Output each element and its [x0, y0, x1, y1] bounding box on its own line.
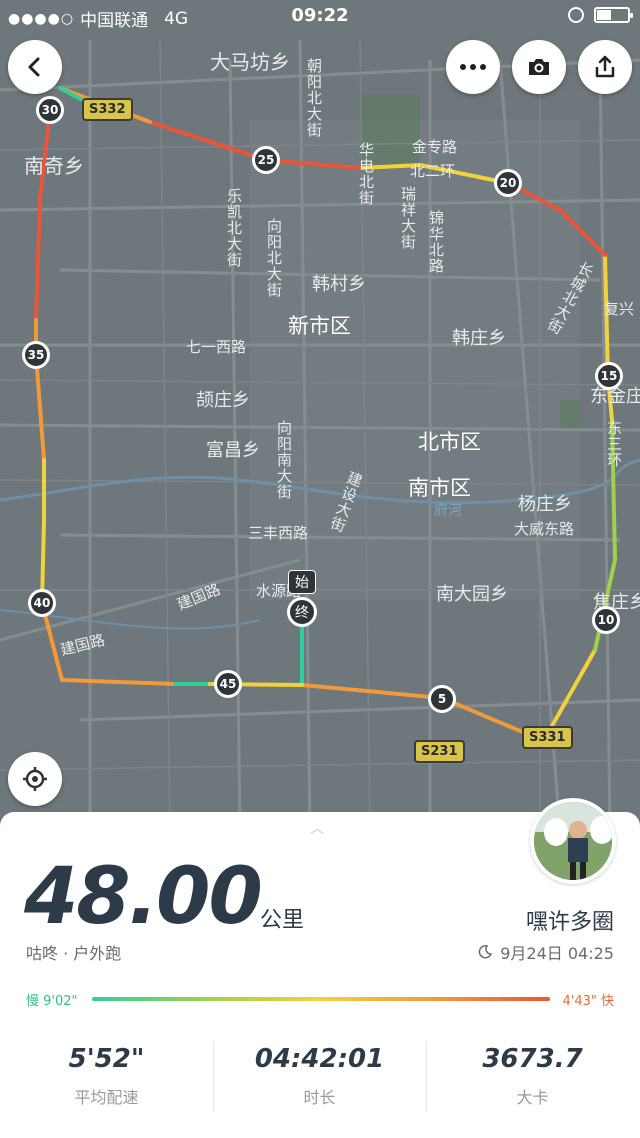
map-label-fuchang: 富昌乡: [206, 440, 260, 461]
map-label-beishi: 北市区: [418, 430, 481, 454]
moon-icon: [478, 945, 493, 959]
road-sign-s332: S332: [82, 98, 133, 121]
map-label-yangzhuang: 杨庄乡: [518, 494, 572, 515]
map-label-xinshi: 新市区: [288, 314, 351, 338]
road-sign-s231: S231: [414, 740, 465, 763]
map-label-hanzhuang: 韩庄乡: [452, 328, 506, 349]
km-marker-20: 20: [494, 169, 522, 197]
map-label-beier: 北二环: [410, 162, 456, 180]
km-marker-10: 10: [592, 606, 620, 634]
map-label-nanqi: 南奇乡: [24, 154, 84, 178]
chevron-left-icon: [28, 57, 40, 77]
chevron-up-icon[interactable]: ︿: [310, 818, 324, 838]
map-label-nanshi: 南市区: [408, 476, 471, 500]
km-marker-25: 25: [252, 146, 280, 174]
stat-label: 大卡: [516, 1088, 549, 1107]
map-label-ruixiang: 瑞祥大街: [399, 186, 417, 250]
map-label-xianhua: 锦华北路: [427, 210, 445, 274]
map-label-xiangyang-n: 向阳北大街: [265, 218, 283, 298]
stat-label: 时长: [303, 1088, 336, 1107]
map-label-nandayuan: 南大园乡: [436, 584, 508, 605]
pace-slow-label: 慢 9'02": [26, 994, 78, 1009]
share-icon: [595, 55, 615, 78]
date-text: 9月24日 04:25: [500, 944, 614, 963]
stat-avg-pace: 5'52" 平均配速: [0, 1044, 213, 1108]
more-dots-icon: [460, 64, 486, 70]
camera-icon: [529, 59, 549, 75]
map-label-fuhe: 府河: [434, 503, 462, 519]
locate-icon: [23, 767, 47, 791]
km-marker-30: 30: [36, 96, 64, 124]
avatar[interactable]: [530, 798, 616, 884]
camera-button[interactable]: [512, 40, 566, 94]
status-bar: ●●●●○ 中国联通 4G 09:22: [0, 0, 640, 34]
map-label-yingzhuang: 颉庄乡: [196, 390, 250, 411]
run-summary-card: ︿ 48.00 公里 嘿许多圈 咕咚 · 户外跑 9月24日 04:25 慢 9…: [0, 798, 640, 1138]
distance-value: 48.00: [24, 852, 263, 942]
end-label: 终: [287, 597, 317, 627]
start-label: 始: [288, 570, 316, 594]
km-marker-45: 45: [214, 670, 242, 698]
map-label-huayuan: 华电北街: [357, 142, 375, 206]
stat-value: 04:42:01: [254, 1044, 385, 1074]
alarm-icon: [568, 7, 584, 23]
share-button[interactable]: [578, 40, 632, 94]
km-marker-5: 5: [428, 685, 456, 713]
username[interactable]: 嘿许多圈: [526, 904, 614, 936]
map-label-jiaoyu: 东三环: [605, 420, 623, 468]
locate-button[interactable]: [8, 752, 62, 806]
stat-value: 3673.7: [482, 1044, 583, 1074]
back-button[interactable]: [8, 40, 62, 94]
stat-value: 5'52": [68, 1044, 145, 1074]
map-label-damafang: 大马坊乡: [210, 50, 290, 74]
activity-date: 9月24日 04:25: [478, 940, 614, 964]
stat-duration: 04:42:01 时长: [213, 1044, 426, 1108]
stat-label: 平均配速: [74, 1088, 139, 1107]
road-sign-s331: S331: [522, 726, 573, 749]
pace-fast-label: 4'43" 快: [562, 994, 615, 1009]
map-label-hancun: 韩村乡: [312, 274, 366, 295]
map-label-lekai-n: 乐凯北大街: [225, 188, 243, 268]
map-label-sanfeng: 三丰西路: [248, 524, 309, 542]
km-marker-15: 15: [595, 362, 623, 390]
map-label-qiyi: 七一西路: [186, 338, 247, 356]
distance-unit: 公里: [260, 908, 305, 933]
map-label-dawei: 大威东路: [514, 520, 575, 538]
clock: 09:22: [291, 5, 349, 26]
map-label-chaoyang: 朝阳北大街: [305, 58, 323, 138]
map-label-xiangyang-s: 向阳南大街: [275, 420, 293, 500]
activity-source: 咕咚 · 户外跑: [26, 944, 122, 963]
battery-icon: [594, 7, 633, 23]
map-label-jinzhuan: 金专路: [412, 138, 458, 156]
pace-gradient-bar: [92, 997, 550, 1001]
more-button[interactable]: [446, 40, 500, 94]
map-label-xinghua: 复兴: [604, 300, 635, 318]
stat-calories: 3673.7 大卡: [426, 1044, 639, 1108]
km-marker-40: 40: [28, 589, 56, 617]
route-map[interactable]: 大马坊乡 南奇乡 新市区 韩村乡 韩庄乡 七一西路 颉庄乡 富昌乡 北市区 南市…: [0, 0, 640, 830]
km-marker-35: 35: [22, 341, 50, 369]
